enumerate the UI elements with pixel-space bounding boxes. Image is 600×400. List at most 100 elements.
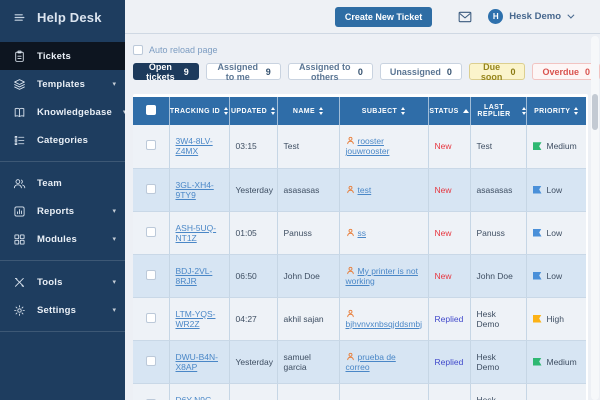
filter-count: 0 — [585, 67, 590, 77]
filter-overdue[interactable]: Overdue0 — [532, 63, 600, 80]
app-title: Help Desk — [37, 10, 102, 25]
row-checkbox[interactable] — [146, 313, 156, 323]
tracking-id-link[interactable]: ASH-5UQ-NT1Z — [176, 223, 217, 243]
subject-link[interactable]: My printer is not working — [346, 266, 418, 286]
auto-reload-control: Auto reload page — [133, 44, 600, 55]
subject-link[interactable]: ss — [358, 228, 367, 238]
person-icon — [346, 228, 355, 237]
name-cell: John Doe — [277, 254, 339, 297]
chevron-down-icon: ▾ — [112, 236, 116, 243]
row-checkbox[interactable] — [146, 227, 156, 237]
sidebar-item-tickets[interactable]: Tickets — [0, 42, 125, 70]
table-row: ASH-5UQ-NT1Z01:05PanussssNewPanussLow — [133, 211, 586, 254]
table-row: D6Y-N9G-S5L1YesterdayHuubThis is a subje… — [133, 383, 586, 400]
sidebar-item-label: Reports — [37, 206, 74, 217]
priority-flag-icon — [533, 315, 542, 323]
subject-link[interactable]: test — [358, 185, 372, 195]
priority-label: Medium — [547, 141, 577, 151]
sort-asc-icon — [463, 109, 469, 113]
name-cell: Panuss — [277, 211, 339, 254]
status-badge: New — [435, 271, 452, 281]
column-header-priority[interactable]: PRIORITY — [526, 97, 586, 125]
column-label: SUBJECT — [362, 108, 397, 115]
column-label: LAST REPLIER — [471, 104, 518, 118]
filter-open-tickets[interactable]: Open tickets9 — [133, 63, 199, 80]
column-header-subject[interactable]: SUBJECT — [339, 97, 428, 125]
auto-reload-checkbox[interactable] — [133, 45, 143, 55]
table-row: 3GL-XH4-9TY9YesterdayasasasastestNewasas… — [133, 168, 586, 211]
sidebar-item-templates[interactable]: Templates▾ — [0, 70, 125, 98]
person-icon — [346, 185, 355, 194]
vertical-scrollbar[interactable] — [591, 36, 599, 400]
filter-unassigned[interactable]: Unassigned0 — [380, 63, 462, 80]
create-new-ticket-button[interactable]: Create New Ticket — [335, 7, 432, 27]
sidebar-item-knowledgebase[interactable]: Knowledgebase▾ — [0, 98, 125, 126]
chevron-down-icon — [567, 12, 574, 19]
column-header-name[interactable]: NAME — [277, 97, 339, 125]
filter-tabs: Open tickets9 Assigned to me9 Assigned to … — [133, 63, 600, 80]
column-header-last-replier[interactable]: LAST REPLIER — [470, 97, 526, 125]
sidebar-item-reports[interactable]: Reports▾ — [0, 197, 125, 225]
sidebar-item-team[interactable]: Team — [0, 169, 125, 197]
column-header-updated[interactable]: UPDATED — [229, 97, 277, 125]
row-checkbox[interactable] — [146, 270, 156, 280]
tracking-id-link[interactable]: 3GL-XH4-9TY9 — [176, 180, 214, 200]
row-checkbox[interactable] — [146, 184, 156, 194]
row-checkbox[interactable] — [146, 140, 156, 150]
categories-icon — [13, 134, 26, 147]
settings-icon — [13, 304, 26, 317]
filter-due-soon[interactable]: Due soon0 — [469, 63, 526, 80]
tracking-id-link[interactable]: BDJ-2VL-8RJR — [176, 266, 213, 286]
priority-label: Low — [547, 271, 563, 281]
filter-count: 0 — [447, 67, 452, 77]
updated-cell: Yesterday — [229, 340, 277, 383]
tickets-icon — [13, 50, 26, 63]
mail-icon[interactable] — [458, 11, 472, 23]
name-cell: Huub — [277, 383, 339, 400]
column-header-tracking-id[interactable]: TRACKING ID — [169, 97, 229, 125]
tracking-id-link[interactable]: D6Y-N9G-S5L1 — [176, 395, 215, 400]
sidebar: Help Desk Tickets Templates▾Knowledgebase… — [0, 0, 125, 400]
tracking-id-link[interactable]: LTM-YQS-WR2Z — [176, 309, 216, 329]
sort-both-icon — [401, 107, 405, 115]
tracking-id-link[interactable]: DWU-B4N-X8AP — [176, 352, 219, 372]
name-cell: Test — [277, 125, 339, 168]
column-label: STATUS — [429, 108, 458, 115]
sidebar-item-settings[interactable]: Settings▾ — [0, 296, 125, 324]
sidebar-header: Help Desk — [0, 0, 125, 34]
auto-reload-label: Auto reload page — [149, 45, 218, 55]
chevron-down-icon: ▾ — [112, 307, 116, 314]
column-label: NAME — [293, 108, 315, 115]
updated-cell: 01:05 — [229, 211, 277, 254]
filter-assigned-to-others[interactable]: Assigned to others0 — [288, 63, 373, 80]
row-checkbox[interactable] — [146, 356, 156, 366]
sidebar-item-categories[interactable]: Categories — [0, 126, 125, 154]
column-header-status[interactable]: STATUS — [428, 97, 470, 125]
sort-both-icon — [271, 107, 275, 115]
templates-icon — [13, 78, 26, 91]
priority-flag-icon — [533, 186, 542, 194]
sidebar-item-modules[interactable]: Modules▾ — [0, 225, 125, 253]
hamburger-menu-icon[interactable] — [13, 11, 26, 24]
scrollbar-thumb[interactable] — [592, 94, 598, 130]
subject-link[interactable]: bjhvnvxnbsqjddsmbj — [346, 319, 423, 329]
table-row: 3W4-8LV-Z4MX03:15Testrooster jouwrooster… — [133, 125, 586, 168]
name-cell: asasasas — [277, 168, 339, 211]
column-label: TRACKING ID — [170, 108, 220, 115]
filter-assigned-to-me[interactable]: Assigned to me9 — [206, 63, 281, 80]
priority-label: High — [547, 314, 564, 324]
sidebar-item-tools[interactable]: Tools▾ — [0, 268, 125, 296]
sidebar-item-label: Tickets — [37, 51, 71, 62]
sidebar-item-label: Tools — [37, 277, 63, 288]
updated-cell: 06:50 — [229, 254, 277, 297]
user-menu[interactable]: H Hesk Demo — [488, 9, 572, 24]
name-cell: samuel garcia — [277, 340, 339, 383]
sidebar-item-label: Categories — [37, 135, 88, 146]
select-all-checkbox[interactable] — [146, 105, 156, 115]
tools-icon — [13, 276, 26, 289]
column-label: PRIORITY — [534, 108, 570, 115]
name-cell: akhil sajan — [277, 297, 339, 340]
table-body: 3W4-8LV-Z4MX03:15Testrooster jouwrooster… — [133, 125, 586, 400]
priority-flag-icon — [533, 229, 542, 237]
tracking-id-link[interactable]: 3W4-8LV-Z4MX — [176, 136, 213, 156]
